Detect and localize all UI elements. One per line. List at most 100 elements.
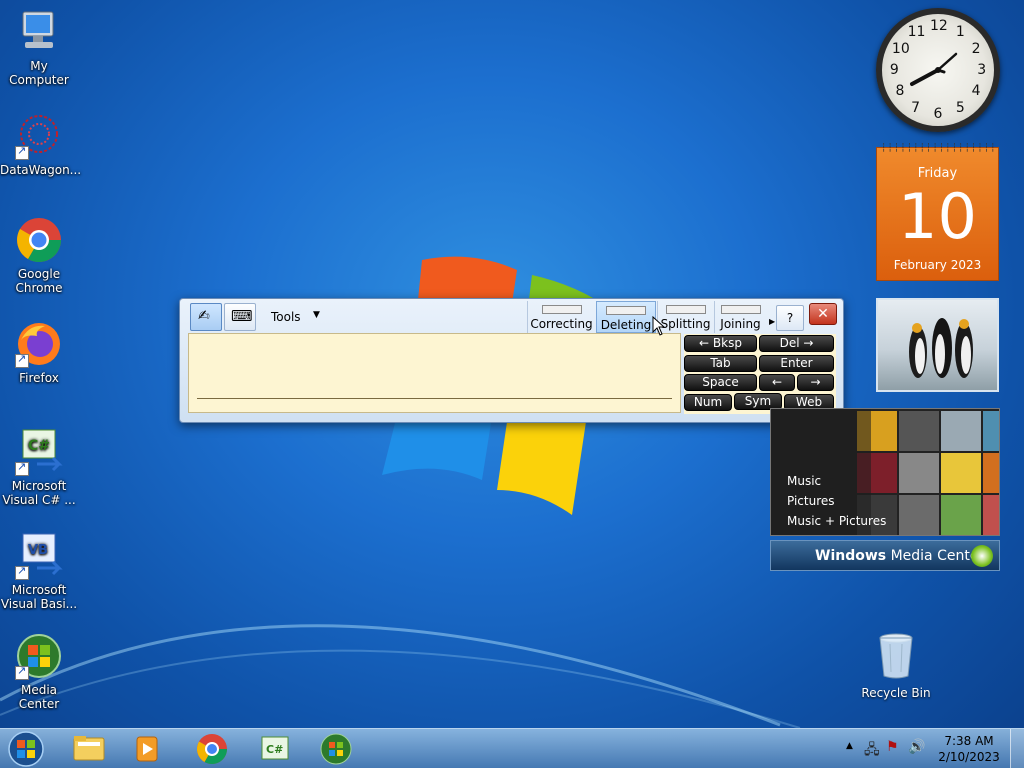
desktop-icon-recycle-bin[interactable]: Recycle Bin bbox=[860, 632, 932, 700]
gesture-joining[interactable]: Joining bbox=[714, 301, 766, 333]
desktop-icon-label: Firefox bbox=[19, 371, 59, 385]
clock-gadget[interactable]: 12 1 2 3 4 5 6 7 8 9 10 11 bbox=[876, 8, 1000, 132]
media-center-icon bbox=[15, 632, 63, 680]
desktop-icon-visual-csharp[interactable]: C# Microsoft Visual C# ... bbox=[0, 428, 78, 507]
desktop-icon-visual-basic[interactable]: VB Microsoft Visual Basi... bbox=[0, 532, 78, 611]
gesture-deleting[interactable]: Deleting bbox=[596, 301, 656, 333]
bksp-key[interactable]: ← Bksp bbox=[684, 335, 757, 352]
visual-csharp-icon: C# bbox=[15, 428, 63, 476]
space-key[interactable]: Space bbox=[684, 374, 757, 391]
desktop-icon-google-chrome[interactable]: Google Chrome bbox=[0, 216, 78, 295]
pen-icon: ✍ bbox=[198, 308, 210, 324]
action-center-flag-icon[interactable]: ⚑ bbox=[886, 739, 899, 755]
deleting-glyph-icon bbox=[606, 306, 646, 315]
gesture-label: Correcting bbox=[530, 317, 593, 331]
splitting-glyph-icon bbox=[665, 305, 706, 314]
writing-pad-button[interactable]: ✍ bbox=[190, 303, 222, 331]
shortcut-arrow-icon bbox=[15, 664, 29, 680]
visual-csharp-icon: C# bbox=[261, 736, 289, 760]
show-hidden-icons-chevron-up-icon[interactable]: ▲ bbox=[846, 741, 853, 751]
gesture-label: Splitting bbox=[660, 317, 711, 331]
network-icon[interactable]: 🖧 bbox=[864, 739, 880, 763]
svg-text:C#: C# bbox=[28, 438, 50, 454]
keyboard-button[interactable]: ⌨ bbox=[224, 303, 256, 331]
media-center-icon bbox=[320, 733, 352, 765]
svg-text:C#: C# bbox=[266, 743, 283, 756]
calendar-gadget[interactable]: ┆┆┆┆┆┆┆┆┆┆┆┆┆┆┆┆┆┆ Friday 10 February 20… bbox=[876, 143, 999, 281]
tray-clock[interactable]: 7:38 AM 2/10/2023 bbox=[938, 733, 1000, 765]
mouse-cursor-icon bbox=[652, 316, 666, 336]
clock-hands-icon bbox=[910, 52, 958, 86]
tab-key[interactable]: Tab bbox=[684, 355, 757, 372]
start-button[interactable] bbox=[6, 730, 46, 768]
media-center-brand-rest: Media Center bbox=[886, 548, 985, 564]
desktop-icon-label: Microsoft Visual Basi... bbox=[0, 583, 78, 611]
tip-keys: ← Bksp Del → Tab Enter Space ← → Num Sym… bbox=[684, 334, 836, 414]
shortcut-arrow-icon bbox=[15, 144, 29, 160]
chevron-right-icon[interactable]: ▶ bbox=[769, 317, 775, 326]
windows-orb-icon bbox=[971, 545, 993, 567]
writing-pad[interactable] bbox=[188, 333, 681, 413]
tip-toolbar: ✍ ⌨ Tools ▼ Correcting Deleting Splittin… bbox=[188, 301, 837, 333]
taskbar-media-player[interactable] bbox=[120, 732, 174, 766]
show-desktop-button[interactable] bbox=[1010, 729, 1024, 768]
tray-date: 2/10/2023 bbox=[938, 750, 1000, 764]
media-center-gadget[interactable]: Music Pictures Music + Pictures bbox=[770, 408, 1000, 536]
help-button[interactable]: ? bbox=[776, 305, 804, 331]
media-item-music-pictures[interactable]: Music + Pictures bbox=[787, 511, 886, 531]
visual-basic-icon: VB bbox=[15, 532, 63, 580]
media-item-pictures[interactable]: Pictures bbox=[787, 491, 886, 511]
computer-icon bbox=[15, 8, 63, 56]
media-item-music[interactable]: Music bbox=[787, 471, 886, 491]
volume-icon[interactable]: 🔊 bbox=[908, 739, 925, 755]
taskbar-explorer[interactable] bbox=[62, 732, 116, 766]
desktop-icon-label: DataWagon... bbox=[0, 163, 82, 177]
desktop-icon-my-computer[interactable]: My Computer bbox=[0, 8, 78, 87]
desktop-icon-datawagon[interactable]: DataWagon... bbox=[0, 112, 82, 177]
media-center-brand-bar[interactable]: Windows Media Center bbox=[770, 540, 1000, 571]
calendar-day: Friday bbox=[917, 166, 958, 181]
chrome-icon bbox=[15, 216, 63, 264]
num-key[interactable]: Num bbox=[684, 394, 732, 411]
slideshow-gadget[interactable] bbox=[876, 298, 999, 392]
recycle-bin-icon bbox=[879, 633, 913, 679]
taskbar-media-center[interactable] bbox=[309, 732, 363, 766]
taskbar: C# ▲ 🖧 ⚑ 🔊 7:38 AM 2/10/2023 bbox=[0, 728, 1024, 768]
system-tray: ▲ 🖧 ⚑ 🔊 7:38 AM 2/10/2023 bbox=[834, 729, 1024, 768]
media-center-brand-bold: Windows bbox=[815, 548, 887, 564]
tablet-input-panel[interactable]: ✍ ⌨ Tools ▼ Correcting Deleting Splittin… bbox=[179, 298, 844, 423]
firefox-icon bbox=[15, 320, 63, 368]
gesture-label: Deleting bbox=[600, 318, 652, 332]
gesture-label: Joining bbox=[720, 317, 761, 331]
windows-start-icon bbox=[8, 731, 44, 767]
keyboard-icon: ⌨ bbox=[231, 307, 253, 325]
shortcut-arrow-icon bbox=[15, 564, 29, 580]
right-arrow-key[interactable]: → bbox=[797, 374, 834, 391]
penguins-photo-icon bbox=[909, 318, 973, 378]
help-icon: ? bbox=[786, 311, 794, 325]
calendar-month: February 2023 bbox=[893, 258, 982, 272]
shortcut-arrow-icon bbox=[15, 352, 29, 368]
folder-icon bbox=[73, 736, 105, 761]
media-player-icon bbox=[136, 736, 158, 762]
enter-key[interactable]: Enter bbox=[759, 355, 834, 372]
gesture-correcting[interactable]: Correcting bbox=[527, 301, 595, 333]
shortcut-arrow-icon bbox=[15, 460, 29, 476]
tools-menu-label[interactable]: Tools bbox=[271, 310, 301, 324]
correcting-glyph-icon bbox=[541, 305, 582, 314]
desktop-icon-label: My Computer bbox=[9, 59, 69, 87]
taskbar-visual-csharp[interactable]: C# bbox=[248, 732, 302, 766]
left-arrow-key[interactable]: ← bbox=[759, 374, 795, 391]
desktop-icon-media-center[interactable]: Media Center bbox=[0, 632, 78, 711]
datawagon-icon bbox=[15, 112, 63, 160]
taskbar-chrome[interactable] bbox=[185, 732, 239, 766]
calendar-date: 10 bbox=[898, 180, 977, 253]
del-key[interactable]: Del → bbox=[759, 335, 834, 352]
chevron-down-icon[interactable]: ▼ bbox=[313, 310, 320, 320]
desktop-icon-label: Media Center bbox=[18, 683, 60, 711]
svg-text:VB: VB bbox=[28, 543, 48, 558]
media-list: Music Pictures Music + Pictures bbox=[787, 471, 886, 531]
desktop-icon-firefox[interactable]: Firefox bbox=[0, 320, 78, 385]
close-button[interactable]: ✕ bbox=[809, 303, 837, 325]
writing-baseline bbox=[197, 398, 672, 399]
